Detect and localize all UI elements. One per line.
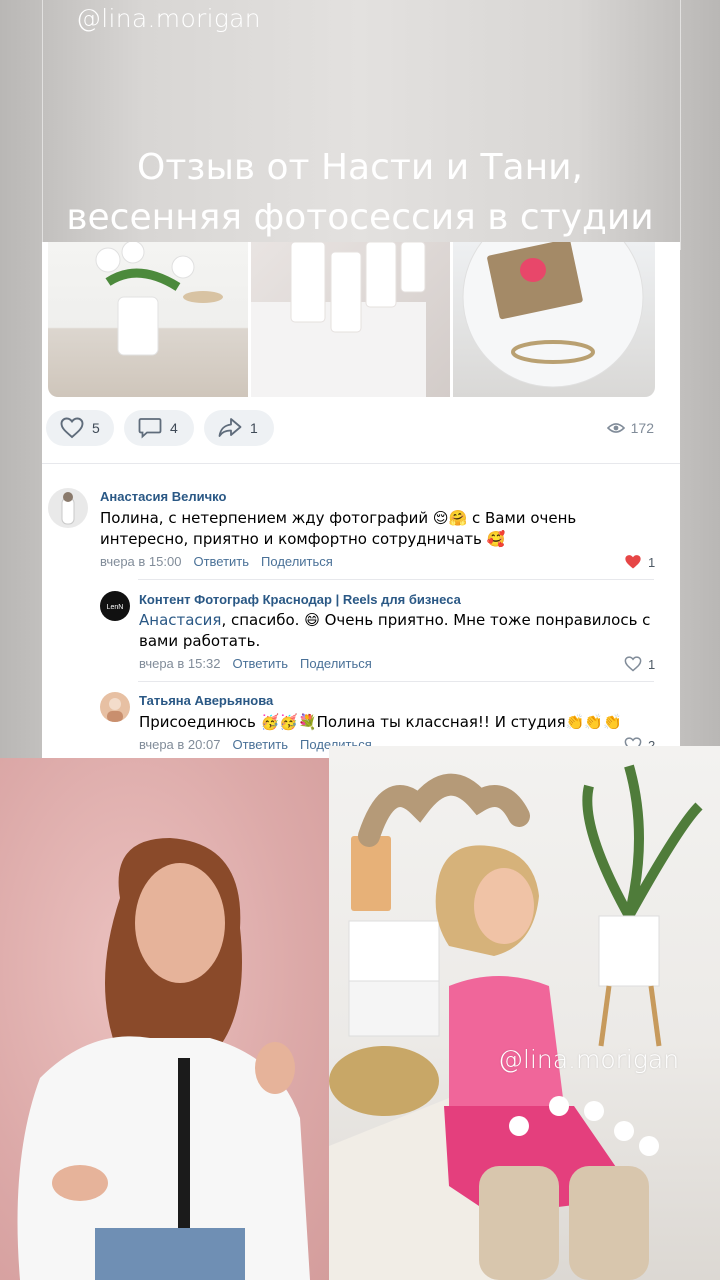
heart-filled-icon — [625, 555, 641, 569]
share-link[interactable]: Поделиться — [261, 554, 333, 569]
comment-text: Полина, с нетерпением жду фотографий 😌🤗 … — [100, 509, 577, 548]
comment-like-button[interactable]: 1 — [624, 554, 655, 570]
comment-meta: вчера в 15:32 Ответить Поделиться — [139, 656, 384, 671]
candles-image — [251, 242, 426, 397]
views-count: 172 — [630, 420, 654, 436]
post-photo[interactable] — [251, 242, 450, 397]
author-handle-watermark: @lina.morigan — [498, 1045, 680, 1074]
comment-like-button[interactable]: 1 — [624, 656, 655, 672]
post-screenshot-card: 5 4 1 172 Анастасия Величко Полина, с не… — [42, 242, 680, 762]
story-title-line-2: весенняя фотосессия в студии — [66, 197, 654, 238]
avatar[interactable] — [48, 488, 88, 528]
brand-logo-icon: LenN — [107, 604, 124, 611]
comment-button[interactable]: 4 — [124, 410, 194, 446]
eye-icon — [606, 423, 625, 433]
heart-outline-icon — [624, 656, 642, 672]
comment-like-count: 1 — [648, 656, 656, 672]
post-photo-grid — [48, 242, 655, 397]
share-button[interactable]: 1 — [204, 410, 274, 446]
share-icon — [218, 418, 242, 437]
share-count: 1 — [250, 420, 258, 436]
avatar-image — [107, 698, 123, 722]
reply-link[interactable]: Ответить — [232, 656, 288, 671]
comment-icon — [138, 418, 162, 439]
mention-link[interactable]: Анастасия — [139, 611, 221, 629]
comment-author[interactable]: Контент Фотограф Краснодар | Reels для б… — [139, 592, 461, 607]
comment-time: вчера в 20:07 — [139, 737, 221, 752]
avatar[interactable]: LenN — [100, 591, 130, 621]
story-title-line-1: Отзыв от Насти и Тани, — [137, 147, 583, 188]
like-button[interactable]: 5 — [46, 410, 114, 446]
avatar[interactable] — [100, 692, 130, 722]
woman-tulips-image — [329, 764, 703, 1280]
story-title: Отзыв от Насти и Тани, весенняя фотосесс… — [40, 143, 680, 243]
mirror-table-image — [462, 242, 644, 388]
comment-author[interactable]: Татьяна Аверьянова — [139, 693, 273, 708]
svg-text:LenN: LenN — [107, 604, 124, 611]
portrait-photo-left — [0, 758, 330, 1280]
comment-text: Анастасия, спасибо. 😄 Очень приятно. Мне… — [139, 610, 659, 652]
studio-photo-right — [329, 746, 720, 1280]
comment-meta: вчера в 15:00 Ответить Поделиться — [100, 554, 345, 569]
comment-time: вчера в 15:00 — [100, 554, 182, 569]
post-photo[interactable] — [453, 242, 655, 397]
like-count: 5 — [92, 420, 100, 436]
reply-link[interactable]: Ответить — [193, 554, 249, 569]
woman-portrait-image — [17, 838, 310, 1280]
avatar-image — [61, 492, 75, 525]
post-actions: 5 4 1 172 — [42, 410, 680, 450]
comment-like-count: 1 — [648, 554, 656, 570]
comment-count: 4 — [170, 420, 178, 436]
comment-author[interactable]: Анастасия Величко — [100, 489, 226, 504]
divider — [138, 681, 654, 682]
comment-time: вчера в 15:32 — [139, 656, 221, 671]
heart-outline-icon — [60, 417, 84, 439]
divider — [138, 579, 654, 580]
author-handle: @lina.morigan — [76, 4, 261, 33]
divider — [42, 463, 680, 464]
flowers-vase-image — [95, 242, 223, 356]
share-link[interactable]: Поделиться — [300, 656, 372, 671]
post-photo[interactable] — [48, 242, 248, 397]
views-counter: 172 — [606, 420, 654, 436]
comment-text: Присоединюсь 🥳🥳💐Полина ты классная!! И с… — [139, 713, 622, 731]
frame-line — [680, 0, 681, 250]
reply-link[interactable]: Ответить — [232, 737, 288, 752]
